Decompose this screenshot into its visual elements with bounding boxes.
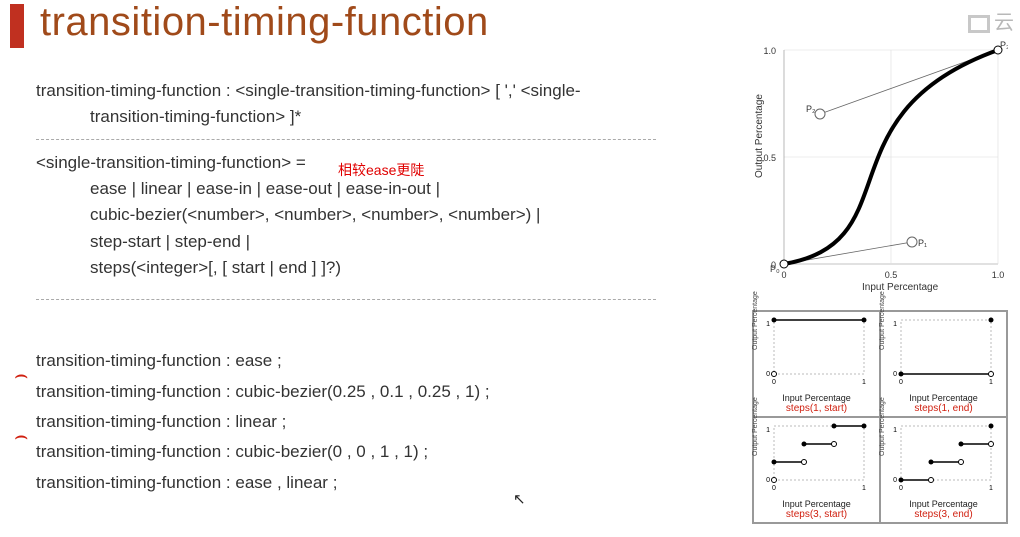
svg-text:1: 1 xyxy=(766,321,770,328)
syntax-def-row2: cubic-bezier(<number>, <number>, <number… xyxy=(36,202,676,228)
bracket-icon: ⌢ xyxy=(14,419,28,453)
syntax-definition: <single-transition-timing-function> = ea… xyxy=(36,150,676,282)
bracket-icon: ⌢ xyxy=(14,358,28,392)
svg-text:1: 1 xyxy=(893,427,897,434)
steps-xlabel: Input Percentage xyxy=(758,393,875,403)
svg-text:0: 0 xyxy=(893,371,897,378)
svg-text:P₂: P₂ xyxy=(806,104,816,114)
divider-1 xyxy=(36,139,656,140)
example-1-text: transition-timing-function : ease ; xyxy=(36,351,282,370)
syntax-main-line1: transition-timing-function : <single-tra… xyxy=(36,78,676,104)
bezier-ylabel: Output Percentage xyxy=(754,94,765,178)
steps-caption: steps(3, start) xyxy=(758,509,875,520)
steps-xlabel: Input Percentage xyxy=(885,393,1002,403)
svg-text:0.5: 0.5 xyxy=(885,270,898,280)
steps-ylabel: Output Percentage xyxy=(879,291,886,350)
syntax-def-row4: steps(<integer>[, [ start | end ] ]?) xyxy=(36,255,676,281)
svg-text:0: 0 xyxy=(781,270,786,280)
svg-text:1: 1 xyxy=(989,485,993,492)
title-accent-bar xyxy=(10,4,24,48)
svg-text:0: 0 xyxy=(899,379,903,386)
examples-block: ⌢ transition-timing-function : ease ; tr… xyxy=(36,348,676,496)
steps-ylabel: Output Percentage xyxy=(879,397,886,456)
example-2: transition-timing-function : cubic-bezie… xyxy=(36,379,676,405)
svg-text:0: 0 xyxy=(899,485,903,492)
example-1: ⌢ transition-timing-function : ease ; xyxy=(36,348,676,374)
steps-xlabel: Input Percentage xyxy=(758,499,875,509)
svg-text:1: 1 xyxy=(893,321,897,328)
svg-text:1: 1 xyxy=(766,427,770,434)
bezier-xlabel: Input Percentage xyxy=(862,282,939,293)
svg-text:0: 0 xyxy=(771,260,776,270)
example-3: ⌢ transition-timing-function : linear ; xyxy=(36,409,676,435)
svg-text:1.0: 1.0 xyxy=(763,46,776,56)
steps-caption: steps(1, end) xyxy=(885,403,1002,414)
svg-text:0: 0 xyxy=(766,371,770,378)
divider-2 xyxy=(36,299,656,300)
syntax-main: transition-timing-function : <single-tra… xyxy=(36,78,676,131)
steps-xlabel: Input Percentage xyxy=(885,499,1002,509)
steps-cell-4: Output Percentage 0 1 0 1 Input Percenta… xyxy=(880,417,1007,523)
svg-text:P₁: P₁ xyxy=(918,238,927,248)
steps-ylabel: Output Percentage xyxy=(752,291,759,350)
syntax-def-row3: step-start | step-end | xyxy=(36,229,676,255)
steps-caption: steps(1, start) xyxy=(758,403,875,414)
svg-text:P₃: P₃ xyxy=(1000,40,1008,50)
svg-text:1: 1 xyxy=(862,485,866,492)
svg-text:0.5: 0.5 xyxy=(763,153,776,163)
svg-text:1.0: 1.0 xyxy=(992,270,1005,280)
example-5: transition-timing-function : ease , line… xyxy=(36,470,676,496)
svg-text:1: 1 xyxy=(862,379,866,386)
page-title: transition-timing-function xyxy=(40,0,489,45)
svg-text:0: 0 xyxy=(772,485,776,492)
svg-text:0: 0 xyxy=(766,477,770,484)
svg-text:1: 1 xyxy=(989,379,993,386)
steps-ylabel: Output Percentage xyxy=(752,397,759,456)
syntax-main-line2: transition-timing-function> ]* xyxy=(36,104,676,130)
annotation-ease: 相较ease更陡 xyxy=(338,160,424,182)
watermark: 云 xyxy=(968,6,1014,35)
svg-text:0: 0 xyxy=(772,379,776,386)
steps-cell-2: Output Percentage 0 1 0 1 Input Percenta… xyxy=(880,311,1007,417)
cursor-icon: ↖ xyxy=(513,490,526,508)
syntax-def-row1-text: ease | linear | ease-in | ease-out | eas… xyxy=(90,179,440,198)
steps-cell-1: Output Percentage 0 1 0 1 Input Percenta… xyxy=(753,311,880,417)
steps-cell-3: Output Percentage 0 1 0 1 Input Percenta… xyxy=(753,417,880,523)
steps-caption: steps(3, end) xyxy=(885,509,1002,520)
example-3-text: transition-timing-function : linear ; xyxy=(36,412,286,431)
example-4: transition-timing-function : cubic-bezie… xyxy=(36,439,676,465)
steps-grid: Output Percentage 0 1 0 1 Input Percenta… xyxy=(752,310,1008,524)
svg-text:0: 0 xyxy=(893,477,897,484)
bezier-chart: P₀ P₁ P₂ P₃ 0 0.5 1.0 0 0.5 1.0 Input Pe… xyxy=(752,38,1008,294)
watermark-icon xyxy=(968,15,990,33)
content-area: transition-timing-function : <single-tra… xyxy=(36,78,676,500)
watermark-text: 云 xyxy=(994,12,1014,34)
syntax-def-row1: ease | linear | ease-in | ease-out | eas… xyxy=(36,176,676,202)
